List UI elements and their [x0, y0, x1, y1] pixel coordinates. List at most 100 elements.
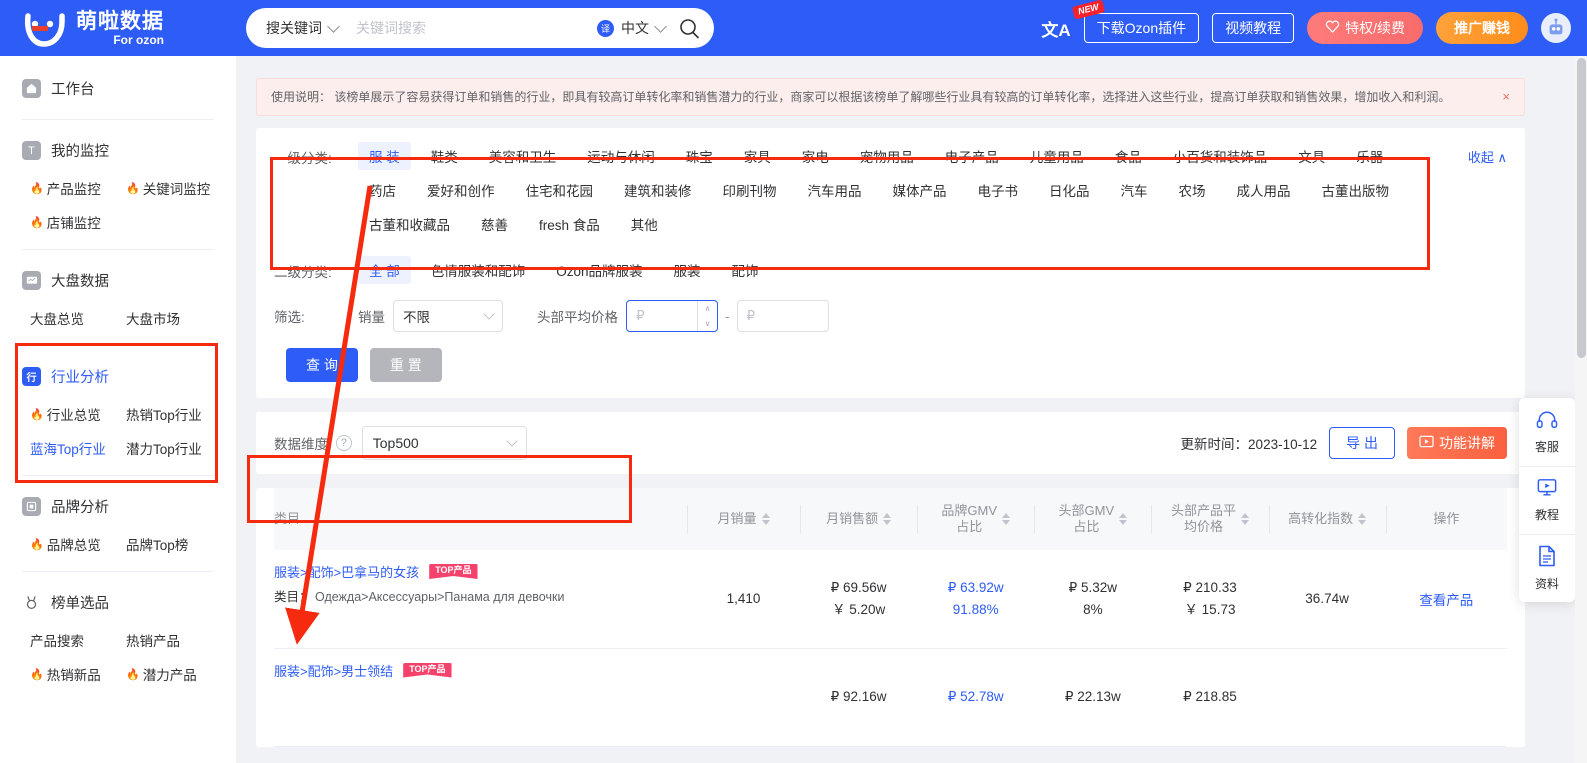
- sidebar-item-product-search[interactable]: 产品搜索: [30, 630, 126, 650]
- category-chip[interactable]: 建筑和装修: [613, 176, 703, 204]
- export-button[interactable]: 导 出: [1329, 427, 1395, 459]
- category-chip[interactable]: 小百货和装饰品: [1162, 142, 1279, 170]
- global-search-bar[interactable]: 搜关键词 译 中文: [246, 8, 714, 48]
- sidebar-item-ranking-selection[interactable]: 榜单选品: [0, 582, 236, 623]
- sidebar-item-product-monitor[interactable]: 🔥 产品监控: [30, 178, 126, 198]
- category-chip[interactable]: fresh 食品: [528, 210, 611, 238]
- feature-guide-button[interactable]: 功能讲解: [1407, 427, 1507, 459]
- translate-icon[interactable]: 文A: [1041, 16, 1070, 41]
- category-chip[interactable]: 古董和收藏品: [358, 210, 461, 238]
- sidebar-item-brand-top[interactable]: 品牌Top榜: [126, 534, 222, 554]
- category-chip[interactable]: 儿童用品: [1019, 142, 1095, 170]
- subcategory-chip[interactable]: 色情服装和配饰: [420, 256, 537, 284]
- table-row[interactable]: 服装>配饰>巴拿马的女孩 TOP产品 类目： Одежда>Аксессуары…: [274, 550, 1507, 648]
- category-chip[interactable]: 乐器: [1345, 142, 1394, 170]
- video-tutorial-button[interactable]: 视频教程: [1212, 13, 1294, 43]
- category-chip[interactable]: 印刷刊物: [712, 176, 788, 204]
- category-chip[interactable]: 运动与休闲: [576, 142, 666, 170]
- search-scope-label[interactable]: 搜关键词: [266, 18, 322, 38]
- download-plugin-button[interactable]: NEW 下载Ozon插件: [1084, 13, 1199, 43]
- category-path[interactable]: 服装>配饰>男士领结: [274, 661, 393, 680]
- stepper-down-icon[interactable]: ∨: [698, 316, 717, 331]
- sort-icon[interactable]: [1241, 513, 1249, 525]
- help-icon[interactable]: ?: [336, 435, 352, 451]
- sidebar-item-market-overview[interactable]: 大盘总览: [30, 308, 126, 328]
- avatar[interactable]: [1541, 13, 1571, 43]
- column-header-monthly-sales[interactable]: 月销量: [687, 488, 800, 550]
- category-chip[interactable]: 成人用品: [1226, 176, 1302, 204]
- column-header-conversion-index[interactable]: 高转化指数: [1269, 488, 1386, 550]
- price-max-input[interactable]: ₽: [737, 300, 829, 332]
- category-chip[interactable]: 日化品: [1038, 176, 1101, 204]
- sidebar-item-blueocean-top-industry[interactable]: 蓝海Top行业: [30, 438, 126, 458]
- sales-select[interactable]: 不限: [393, 300, 503, 332]
- category-chip[interactable]: 鞋类: [420, 142, 469, 170]
- float-item-tutorial[interactable]: 教程: [1519, 466, 1575, 534]
- reset-button[interactable]: 重 置: [370, 348, 442, 382]
- stepper-up-icon[interactable]: ∧: [698, 301, 717, 316]
- category-chip[interactable]: 电子产品: [934, 142, 1010, 170]
- sidebar-item-workbench[interactable]: 工作台: [0, 68, 236, 109]
- page-scrollbar[interactable]: [1575, 56, 1587, 763]
- float-item-support[interactable]: 客服: [1519, 398, 1575, 466]
- sidebar-item-hot-products[interactable]: 热销产品: [126, 630, 222, 650]
- sidebar-item-shop-monitor[interactable]: 🔥 店铺监控: [30, 212, 126, 232]
- sidebar-item-hot-top-industry[interactable]: 热销Top行业: [126, 404, 222, 424]
- chevron-down-icon[interactable]: [327, 20, 340, 33]
- query-button[interactable]: 查 询: [286, 348, 358, 382]
- search-input[interactable]: [356, 20, 597, 36]
- sort-icon[interactable]: [1358, 513, 1366, 525]
- category-chip[interactable]: 慈善: [470, 210, 519, 238]
- category-chip[interactable]: 汽车用品: [797, 176, 873, 204]
- column-header-monthly-gmv[interactable]: 月销售额: [800, 488, 917, 550]
- float-item-docs[interactable]: 资料: [1519, 534, 1575, 602]
- dimension-select[interactable]: Top500: [362, 426, 527, 460]
- category-path[interactable]: 服装>配饰>巴拿马的女孩: [274, 562, 419, 581]
- sidebar-item-keyword-monitor[interactable]: 🔥 关键词监控: [126, 178, 222, 198]
- subcategory-chip[interactable]: 全 部: [358, 256, 411, 284]
- chevron-down-icon[interactable]: [654, 20, 667, 33]
- category-chip[interactable]: 药店: [358, 176, 407, 204]
- subcategory-chip[interactable]: Ozon品牌服装: [545, 256, 653, 284]
- view-product-link[interactable]: 查看产品: [1386, 550, 1507, 648]
- scrollbar-thumb[interactable]: [1577, 58, 1586, 358]
- sidebar-item-my-monitor[interactable]: T 我的监控: [0, 130, 236, 171]
- close-icon[interactable]: ×: [1492, 88, 1510, 106]
- sort-icon[interactable]: [762, 513, 770, 525]
- category-chip[interactable]: 文具: [1287, 142, 1336, 170]
- logo[interactable]: 萌啦数据 For ozon: [0, 0, 236, 56]
- category-chip[interactable]: 美容和卫生: [478, 142, 568, 170]
- category-chip[interactable]: 珠宝: [675, 142, 724, 170]
- category-chip[interactable]: 农场: [1168, 176, 1217, 204]
- category-chip[interactable]: 食品: [1104, 142, 1153, 170]
- sort-icon[interactable]: [883, 513, 891, 525]
- sort-icon[interactable]: [1002, 513, 1010, 525]
- category-chip[interactable]: 家电: [791, 142, 840, 170]
- category-chip[interactable]: 媒体产品: [882, 176, 958, 204]
- category-chip[interactable]: 古董出版物: [1311, 176, 1401, 204]
- sidebar-item-brand-analysis[interactable]: 品牌分析: [0, 486, 236, 527]
- search-icon[interactable]: [679, 18, 700, 39]
- sidebar-item-industry-analysis[interactable]: 行 行业分析: [0, 356, 236, 397]
- category-chip[interactable]: 宠物用品: [849, 142, 925, 170]
- sidebar-item-industry-overview[interactable]: 🔥 行业总览: [30, 404, 126, 424]
- privilege-renew-button[interactable]: 特权/续费: [1307, 12, 1423, 44]
- category-chip[interactable]: 家具: [733, 142, 782, 170]
- column-header-top-gmv-share[interactable]: 头部GMV 占比: [1034, 488, 1151, 550]
- sidebar-item-potential-products[interactable]: 🔥 潜力产品: [126, 664, 222, 684]
- sidebar-item-potential-top-industry[interactable]: 潜力Top行业: [126, 438, 222, 458]
- column-header-brand-gmv-share[interactable]: 品牌GMV 占比: [917, 488, 1034, 550]
- category-chip[interactable]: 住宅和花园: [515, 176, 605, 204]
- subcategory-chip[interactable]: 服装: [663, 256, 712, 284]
- promotion-earn-button[interactable]: 推广赚钱: [1436, 12, 1528, 44]
- subcategory-chip[interactable]: 配饰: [721, 256, 770, 284]
- category-chip[interactable]: 服 装: [358, 142, 411, 170]
- search-language-label[interactable]: 中文: [621, 18, 649, 38]
- sort-icon[interactable]: [1119, 513, 1127, 525]
- collapse-categories-link[interactable]: 收起 ∧: [1468, 142, 1507, 244]
- sidebar-item-market-data[interactable]: 大盘数据: [0, 260, 236, 301]
- category-chip[interactable]: 爱好和创作: [416, 176, 506, 204]
- sidebar-item-brand-overview[interactable]: 🔥 品牌总览: [30, 534, 126, 554]
- price-min-input[interactable]: ₽ ∧ ∨: [626, 300, 718, 332]
- sidebar-item-hot-new-products[interactable]: 🔥 热销新品: [30, 664, 126, 684]
